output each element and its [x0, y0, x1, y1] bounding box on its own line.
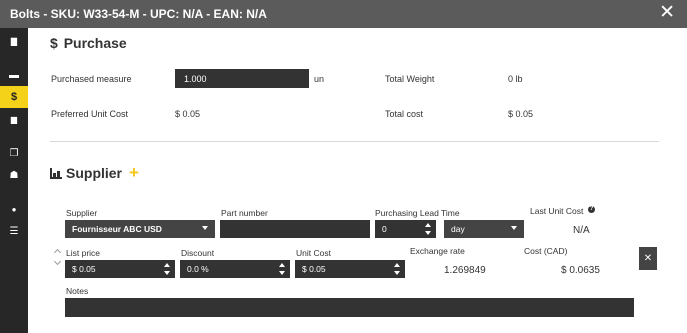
dollar-icon: $: [10, 91, 18, 103]
dollar-heading-icon: $: [50, 35, 58, 51]
document-icon: ▇: [10, 36, 18, 46]
part-number-input[interactable]: [220, 220, 370, 238]
decrement-icon[interactable]: [425, 231, 431, 235]
preferred-unit-cost-label: Preferred Unit Cost: [51, 109, 129, 119]
purchased-measure-label: Purchased measure: [51, 74, 132, 84]
chevron-down-icon: [511, 226, 517, 230]
supplier-select[interactable]: Fournisseur ABC USD: [65, 220, 215, 238]
total-cost-value: $ 0.05: [508, 109, 534, 119]
last-unit-cost-label: Last Unit Cost: [530, 206, 584, 216]
increment-icon[interactable]: [394, 263, 400, 267]
factory-icon: [50, 167, 62, 179]
list-price-value: $ 0.05: [72, 264, 96, 274]
lead-time-value: 0: [382, 224, 387, 234]
lead-time-input[interactable]: 0: [375, 220, 436, 238]
unit-cost-stepper[interactable]: [394, 262, 401, 276]
cubes-icon: ☗: [9, 169, 19, 181]
unit-cost-label: Unit Cost: [296, 248, 331, 258]
lead-time-stepper[interactable]: [425, 222, 432, 236]
discount-input[interactable]: 0.0 %: [180, 260, 290, 278]
list-icon: ☰: [9, 225, 19, 237]
decrement-icon[interactable]: [394, 271, 400, 275]
supplier-select-value: Fournisseur ABC USD: [72, 224, 162, 234]
total-weight-label: Total Weight: [385, 74, 435, 84]
add-supplier-icon[interactable]: +: [129, 164, 139, 181]
close-icon[interactable]: ✕: [659, 3, 675, 23]
total-cost-label: Total cost: [385, 109, 424, 119]
sidebar-item-copy[interactable]: ❐: [0, 142, 28, 164]
section-divider: [50, 141, 659, 142]
increment-icon[interactable]: [425, 223, 431, 227]
purchase-heading-text: Purchase: [63, 35, 127, 51]
lead-time-unit-select[interactable]: day: [444, 220, 524, 238]
unit-cost-input[interactable]: $ 0.05: [295, 260, 405, 278]
sidebar-item-document[interactable]: ▇: [0, 30, 28, 52]
lead-time-label: Purchasing Lead Time: [375, 208, 460, 218]
supplier-heading-text: Supplier: [66, 165, 123, 181]
sidebar: ▇ ▬ $ ▆ ❐ ☗ ● ☰: [0, 28, 28, 333]
title-bar: Bolts - SKU: W33-54-M - UPC: N/A - EAN: …: [0, 0, 687, 28]
decrement-icon[interactable]: [164, 271, 170, 275]
sidebar-item-chat[interactable]: ●: [0, 198, 28, 220]
copy-icon: ❐: [9, 147, 19, 159]
unit-cost-value: $ 0.05: [302, 264, 326, 274]
exchange-rate-label: Exchange rate: [410, 246, 465, 256]
discount-label: Discount: [181, 248, 215, 258]
last-unit-cost-value: N/A: [573, 225, 590, 236]
calculator-icon: ▆: [10, 114, 18, 124]
preferred-unit-cost-value: $ 0.05: [175, 109, 201, 119]
collapse-toggle[interactable]: [53, 248, 62, 270]
help-icon[interactable]: ?: [588, 206, 595, 213]
product-window: Bolts - SKU: W33-54-M - UPC: N/A - EAN: …: [0, 0, 687, 333]
exchange-rate-value: 1.269849: [444, 265, 486, 276]
remove-supplier-button[interactable]: ✕: [639, 247, 657, 270]
lead-time-unit-value: day: [451, 224, 465, 234]
card-icon: ▬: [9, 69, 19, 81]
cost-cad-value: $ 0.0635: [561, 265, 600, 276]
notes-input[interactable]: [65, 298, 634, 317]
sidebar-item-purchase[interactable]: $: [0, 86, 28, 108]
purchased-measure-unit: un: [314, 74, 325, 84]
supplier-label: Supplier: [66, 208, 98, 218]
discount-stepper[interactable]: [279, 262, 286, 276]
increment-icon[interactable]: [279, 263, 285, 267]
sidebar-item-card[interactable]: ▬: [0, 64, 28, 86]
main-content: $ Purchase Purchased measure 1.000 un To…: [28, 28, 687, 333]
chat-icon: ●: [11, 204, 17, 214]
sidebar-item-list[interactable]: ☰: [0, 220, 28, 242]
close-icon: ✕: [643, 253, 653, 264]
purchased-measure-input[interactable]: 1.000: [175, 69, 309, 88]
part-number-label: Part number: [221, 208, 268, 218]
list-price-label: List price: [66, 248, 101, 258]
window-title: Bolts - SKU: W33-54-M - UPC: N/A - EAN: …: [10, 7, 267, 21]
increment-icon[interactable]: [164, 263, 170, 267]
decrement-icon[interactable]: [279, 271, 285, 275]
chevron-down-icon: [202, 226, 208, 230]
cost-cad-label: Cost (CAD): [524, 246, 568, 256]
sidebar-item-cubes[interactable]: ☗: [0, 164, 28, 186]
supplier-heading: Supplier +: [50, 164, 139, 181]
list-price-input[interactable]: $ 0.05: [65, 260, 175, 278]
sidebar-item-calculator[interactable]: ▆: [0, 108, 28, 130]
purchase-heading: $ Purchase: [50, 35, 127, 51]
list-price-stepper[interactable]: [164, 262, 171, 276]
total-weight-value: 0 lb: [508, 74, 523, 84]
discount-value: 0.0 %: [187, 264, 209, 274]
notes-label: Notes: [66, 286, 89, 296]
